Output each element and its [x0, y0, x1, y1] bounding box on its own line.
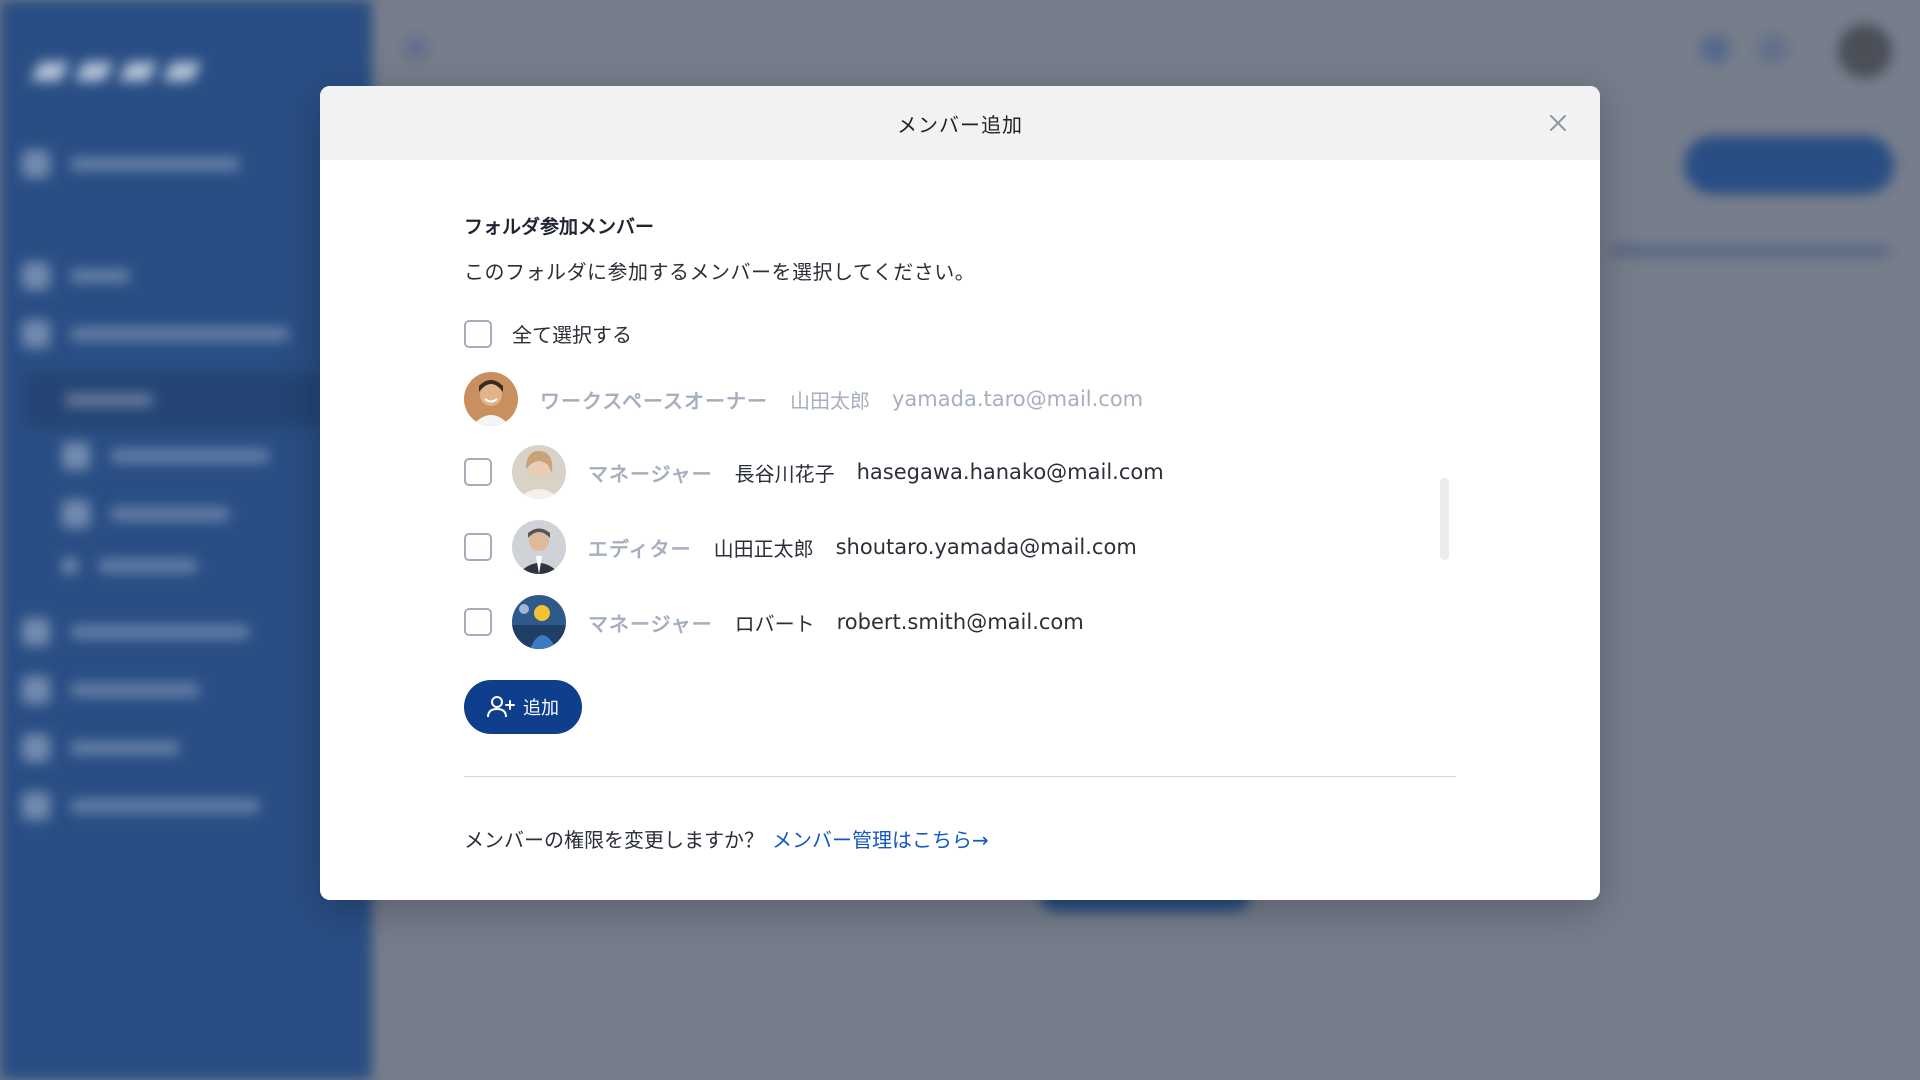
divider: [464, 776, 1456, 777]
modal-header: メンバー追加: [320, 86, 1600, 160]
background-nav-item: [22, 150, 240, 178]
background-icon: [1700, 34, 1730, 64]
background-nav-item: [22, 676, 200, 704]
modal-title: メンバー追加: [897, 112, 1023, 137]
background-nav-item-active: [24, 372, 324, 428]
add-member-button[interactable]: 追加: [464, 680, 582, 734]
background-nav-item: [62, 500, 230, 528]
member-name: 山田正太郎: [713, 536, 814, 561]
background-logo: ▰▰▰▰: [30, 38, 206, 98]
member-role: ワークスペースオーナー: [540, 388, 768, 413]
background-avatar: [1838, 24, 1892, 78]
member-role: マネージャー: [588, 611, 713, 636]
select-all-row[interactable]: 全て選択する: [464, 319, 632, 348]
background-icon: [404, 36, 428, 60]
avatar: [512, 445, 566, 499]
background-icon: [1758, 34, 1788, 64]
member-name: 山田太郎: [790, 388, 870, 413]
background-nav-item: [22, 734, 180, 762]
member-row-owner: ワークスペースオーナー 山田太郎 yamada.taro@mail.com: [464, 372, 1143, 426]
background-nav-item: [22, 262, 130, 290]
avatar: [512, 595, 566, 649]
background-nav-item: [22, 792, 260, 820]
background-nav-item: [62, 442, 270, 470]
member-name: 長谷川花子: [734, 461, 835, 486]
member-row[interactable]: マネージャー 長谷川花子 hasegawa.hanako@mail.com: [464, 445, 1164, 499]
select-all-checkbox[interactable]: [464, 319, 492, 348]
member-email: robert.smith@mail.com: [836, 610, 1084, 634]
section-description: このフォルダに参加するメンバーを選択してください。: [464, 260, 976, 284]
member-role: マネージャー: [588, 461, 713, 486]
add-button-label: 追加: [523, 698, 559, 719]
member-row[interactable]: マネージャー ロバート robert.smith@mail.com: [464, 595, 1084, 649]
member-email: yamada.taro@mail.com: [892, 387, 1144, 411]
member-name: ロバート: [734, 611, 815, 636]
background-button: [1684, 136, 1894, 194]
section-title: フォルダ参加メンバー: [464, 216, 655, 238]
member-role: エディター: [588, 536, 692, 561]
member-management-link[interactable]: メンバー管理はこちら→: [772, 824, 989, 853]
member-checkbox[interactable]: [464, 608, 492, 636]
background-sidebar: ▰▰▰▰: [0, 0, 372, 1080]
member-row[interactable]: エディター 山田正太郎 shoutaro.yamada@mail.com: [464, 520, 1137, 574]
background-nav-item: [22, 320, 290, 348]
select-all-label: 全て選択する: [512, 323, 632, 347]
background-nav-item: [62, 558, 198, 574]
close-button[interactable]: [1544, 109, 1572, 137]
avatar: [464, 372, 518, 426]
close-icon: [1550, 115, 1566, 131]
member-list-scrollbar[interactable]: [1440, 478, 1449, 560]
user-plus-icon: [487, 696, 515, 718]
avatar: [512, 520, 566, 574]
background-text: [1610, 246, 1890, 256]
member-checkbox[interactable]: [464, 458, 492, 486]
background-nav-item: [22, 618, 250, 646]
member-checkbox[interactable]: [464, 533, 492, 561]
member-email: hasegawa.hanako@mail.com: [856, 460, 1164, 484]
member-email: shoutaro.yamada@mail.com: [835, 535, 1137, 559]
footer-question: メンバーの権限を変更しますか？: [464, 828, 764, 852]
footer: メンバーの権限を変更しますか？ メンバー管理はこちら→: [464, 824, 989, 853]
